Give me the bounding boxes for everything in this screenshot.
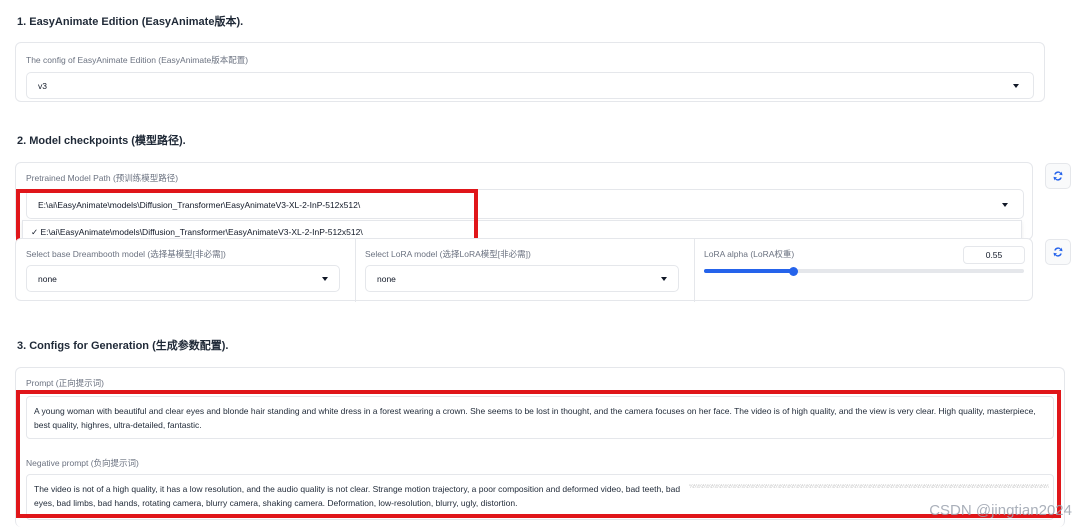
section-title-checkpoints: 2. Model checkpoints (模型路径). bbox=[17, 135, 186, 147]
edition-panel: The config of EasyAnimate Edition (EasyA… bbox=[15, 42, 1045, 102]
highlight-box-model-path bbox=[16, 189, 478, 245]
dreambooth-label: Select base Dreambooth model (选择基模型[非必需]… bbox=[26, 249, 226, 259]
highlight-box-prompts bbox=[16, 390, 1061, 518]
lora-alpha-label: LoRA alpha (LoRA权重) bbox=[704, 249, 795, 259]
lora-alpha-slider-thumb[interactable] bbox=[789, 266, 799, 276]
section-title-edition: 1. EasyAnimate Edition (EasyAnimate版本). bbox=[17, 16, 244, 28]
chevron-down-icon bbox=[322, 277, 328, 281]
column-divider bbox=[355, 239, 356, 302]
prompt-label: Prompt (正向提示词) bbox=[26, 378, 104, 388]
chevron-down-icon bbox=[661, 277, 667, 281]
refresh-icon bbox=[1053, 171, 1063, 181]
edition-select[interactable]: v3 bbox=[26, 72, 1034, 99]
lora-select-value: none bbox=[377, 274, 396, 284]
column-divider bbox=[694, 239, 695, 302]
lora-alpha-number[interactable]: 0.55 bbox=[963, 246, 1025, 264]
refresh-model-options-button[interactable] bbox=[1045, 239, 1071, 265]
edition-config-label: The config of EasyAnimate Edition (EasyA… bbox=[26, 55, 249, 65]
chevron-down-icon bbox=[1013, 84, 1019, 88]
lora-alpha-slider-fill bbox=[704, 269, 794, 273]
section-title-generation: 3. Configs for Generation (生成参数配置). bbox=[17, 340, 229, 352]
dreambooth-select[interactable]: none bbox=[26, 265, 340, 292]
edition-select-value: v3 bbox=[38, 81, 47, 91]
dreambooth-select-value: none bbox=[38, 274, 57, 284]
refresh-pretrained-button[interactable] bbox=[1045, 163, 1071, 189]
lora-alpha-slider[interactable] bbox=[704, 266, 1024, 276]
refresh-icon bbox=[1053, 247, 1063, 257]
lora-select[interactable]: none bbox=[365, 265, 679, 292]
model-options-panel: Select base Dreambooth model (选择基模型[非必需]… bbox=[15, 238, 1033, 302]
watermark: CSDN @jingtian2024 bbox=[929, 502, 1072, 519]
chevron-down-icon bbox=[1002, 203, 1008, 207]
pretrained-label: Pretrained Model Path (预训练模型路径) bbox=[26, 173, 179, 183]
lora-label: Select LoRA model (选择LoRA模型[非必需]) bbox=[365, 249, 531, 259]
